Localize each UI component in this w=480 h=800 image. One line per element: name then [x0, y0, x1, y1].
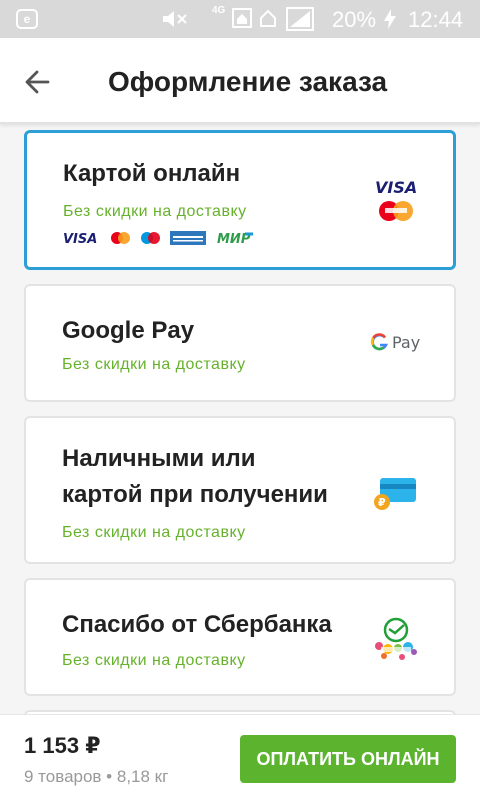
payment-option-subtitle: Без скидки на доставку	[62, 524, 246, 541]
mute-icon	[163, 11, 187, 27]
svg-text:Pay: Pay	[392, 333, 420, 352]
order-total: 1 153 ₽	[24, 733, 101, 759]
payment-option-title: Google Pay	[62, 317, 195, 344]
mir-small-logo: МИР	[217, 232, 253, 247]
payment-option-title-line2: картой при получении	[62, 481, 328, 508]
visa-small-logo: VISA	[63, 232, 97, 247]
payment-option-subtitle: Без скидки на доставку	[62, 652, 246, 669]
order-footer: 1 153 ₽ 9 товаров • 8,18 кг ОПЛАТИТЬ ОНЛ…	[0, 714, 480, 800]
payment-option-card-sberbank[interactable]: Спасибо от Сбербанка Без скидки на доста…	[24, 578, 456, 696]
battery-percent: 20%	[332, 7, 377, 32]
order-items-info: 9 товаров • 8,18 кг	[24, 767, 169, 786]
sberbank-spasibo-logo	[375, 617, 417, 660]
payment-option-title: Картой онлайн	[63, 160, 241, 187]
maestro-small-logo	[141, 232, 160, 244]
svg-text:₽: ₽	[378, 496, 386, 509]
visa-mastercard-logo: VISA	[375, 178, 417, 221]
app-bar: Оформление заказа	[0, 38, 480, 124]
payment-option-subtitle: Без скидки на доставку	[62, 356, 246, 373]
payment-option-card-cash[interactable]: Наличными или картой при получении Без с…	[24, 416, 456, 564]
status-bar: e 4G 20% 12:44	[0, 0, 480, 38]
order-total-amount: 1 153	[24, 733, 80, 758]
app-notification-icon: e	[16, 9, 38, 29]
currency-symbol: ₽	[85, 733, 101, 758]
payment-option-card-online[interactable]: Картой онлайн Без скидки на доставку VIS…	[24, 130, 456, 270]
payment-methods-list[interactable]: Картой онлайн Без скидки на доставку VIS…	[0, 126, 480, 714]
network-type: 4G	[212, 5, 226, 16]
page-title: Оформление заказа	[108, 66, 388, 97]
google-pay-logo: Pay	[370, 333, 420, 352]
svg-text:VISA: VISA	[63, 232, 97, 247]
card-brands-icons: VISA МИР	[63, 231, 253, 247]
amex-small-logo	[170, 231, 206, 245]
cash-card-icon: ₽	[374, 478, 416, 510]
charging-icon	[384, 9, 396, 29]
arrow-left-icon[interactable]	[16, 60, 60, 104]
payment-option-card-google-pay[interactable]: Google Pay Без скидки на доставку Pay	[24, 284, 456, 402]
home-outline-icon	[260, 9, 276, 27]
svg-text:VISA: VISA	[375, 178, 417, 197]
clock: 12:44	[408, 7, 464, 32]
pay-online-button[interactable]: ОПЛАТИТЬ ОНЛАЙН	[240, 735, 456, 783]
payment-option-subtitle: Без скидки на доставку	[63, 203, 247, 220]
mastercard-small-logo	[111, 232, 130, 244]
payment-option-title: Спасибо от Сбербанка	[62, 611, 332, 638]
payment-option-title-line1: Наличными или	[62, 445, 256, 472]
home-notification-icon	[232, 8, 252, 28]
signal-icon	[286, 7, 314, 31]
